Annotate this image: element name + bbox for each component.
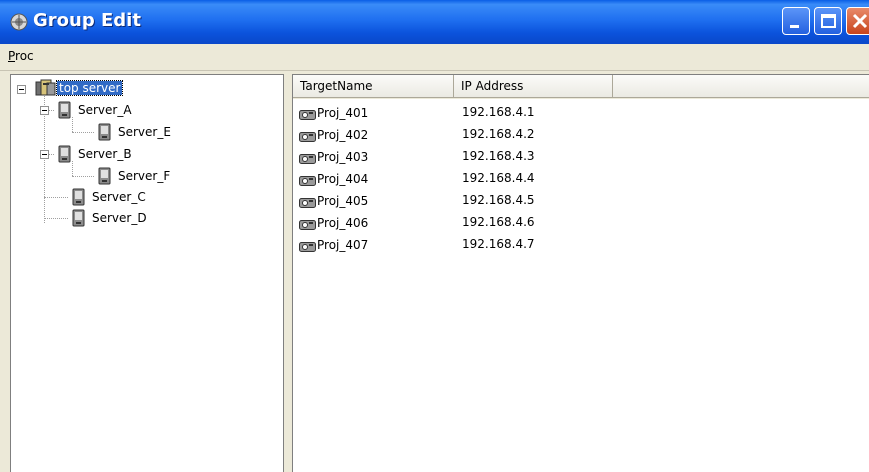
- app-icon: [10, 13, 28, 31]
- target-name: Proj_407: [317, 238, 369, 252]
- column-header-targetname[interactable]: TargetName: [293, 75, 454, 98]
- target-name: Proj_403: [317, 150, 369, 164]
- tree-node-label: Server_D: [92, 211, 147, 225]
- ip-address: 192.168.4.6: [462, 215, 535, 229]
- list-row[interactable]: Proj_401 192.168.4.1: [293, 103, 869, 125]
- target-name: Proj_401: [317, 106, 369, 120]
- ip-address: 192.168.4.1: [462, 105, 535, 119]
- tree-node-label: Server_A: [78, 103, 132, 117]
- tree-connector: [44, 197, 68, 198]
- server-icon: [58, 101, 71, 119]
- projector-icon: [299, 198, 316, 208]
- projector-icon: [299, 220, 316, 230]
- maximize-icon: [821, 14, 836, 28]
- close-icon: [852, 13, 868, 29]
- minimize-button[interactable]: [782, 7, 810, 35]
- target-name: Proj_406: [317, 216, 369, 230]
- tree-node-server-e[interactable]: Server_E: [97, 123, 207, 143]
- list-header: TargetName IP Address: [293, 75, 869, 99]
- list-row[interactable]: Proj_406 192.168.4.6: [293, 213, 869, 235]
- projector-icon: [299, 132, 316, 142]
- projector-icon: [299, 110, 316, 120]
- tree-node-server-d[interactable]: Server_D: [71, 209, 181, 229]
- tree-node-label: Server_B: [78, 147, 132, 161]
- close-button[interactable]: [846, 7, 869, 35]
- tree-node-server-f[interactable]: Server_F: [97, 167, 207, 187]
- tree-node-label: top server: [55, 80, 124, 96]
- ip-address: 192.168.4.7: [462, 237, 535, 251]
- list-row[interactable]: Proj_403 192.168.4.3: [293, 147, 869, 169]
- tree-connector: [72, 132, 94, 133]
- server-icon: [72, 188, 85, 206]
- tree-node-server-c[interactable]: Server_C: [71, 188, 181, 208]
- ip-address: 192.168.4.4: [462, 171, 535, 185]
- target-list[interactable]: TargetName IP Address Proj_401 192.168.4…: [292, 74, 869, 472]
- column-header-ip-address[interactable]: IP Address: [454, 75, 613, 98]
- collapse-toggle[interactable]: [40, 106, 49, 115]
- target-name: Proj_405: [317, 194, 369, 208]
- menu-proc[interactable]: Proc: [8, 49, 34, 63]
- ip-address: 192.168.4.5: [462, 193, 535, 207]
- server-icon: [72, 209, 85, 227]
- list-row[interactable]: Proj_405 192.168.4.5: [293, 191, 869, 213]
- tree-node-label: Server_F: [118, 169, 171, 183]
- list-row[interactable]: Proj_407 192.168.4.7: [293, 235, 869, 257]
- pane-splitter[interactable]: [284, 74, 292, 472]
- server-group-icon: [35, 79, 56, 96]
- server-icon: [98, 123, 111, 141]
- menu-bar: Proc: [0, 44, 869, 71]
- group-edit-window: Group Edit Proc top server Server_A Serv…: [0, 0, 869, 472]
- tree-connector: [44, 218, 68, 219]
- server-icon: [58, 145, 71, 163]
- tree-node-server-a[interactable]: Server_A: [57, 101, 167, 121]
- projector-icon: [299, 176, 316, 186]
- tree-connector: [72, 176, 94, 177]
- list-row[interactable]: Proj_402 192.168.4.2: [293, 125, 869, 147]
- title-bar[interactable]: Group Edit: [0, 0, 869, 44]
- projector-icon: [299, 242, 316, 252]
- server-icon: [98, 167, 111, 185]
- server-tree[interactable]: top server Server_A Server_E Server_B Se…: [10, 74, 284, 472]
- ip-address: 192.168.4.3: [462, 149, 535, 163]
- column-header-empty: [613, 75, 869, 98]
- ip-address: 192.168.4.2: [462, 127, 535, 141]
- target-name: Proj_404: [317, 172, 369, 186]
- window-title: Group Edit: [33, 10, 141, 31]
- tree-node-top-server[interactable]: top server: [35, 79, 155, 99]
- minimize-icon: [790, 25, 799, 28]
- collapse-toggle[interactable]: [40, 150, 49, 159]
- tree-node-label: Server_E: [118, 125, 171, 139]
- maximize-button[interactable]: [814, 7, 842, 35]
- list-row[interactable]: Proj_404 192.168.4.4: [293, 169, 869, 191]
- target-name: Proj_402: [317, 128, 369, 142]
- tree-node-server-b[interactable]: Server_B: [57, 145, 167, 165]
- tree-node-label: Server_C: [92, 190, 146, 204]
- collapse-toggle[interactable]: [17, 85, 26, 94]
- projector-icon: [299, 154, 316, 164]
